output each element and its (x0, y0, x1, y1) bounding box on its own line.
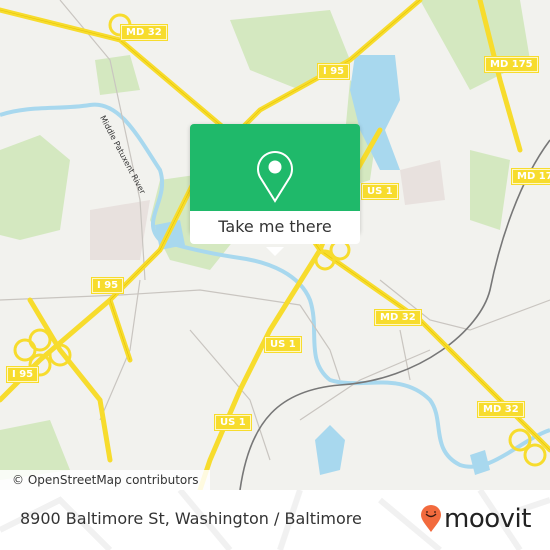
map-pin-icon (257, 151, 293, 203)
footer: 8900 Baltimore St, Washington / Baltimor… (0, 490, 550, 550)
map-attribution[interactable]: © OpenStreetMap contributors (0, 470, 211, 490)
road-shield-i95: I 95 (317, 63, 351, 80)
destination-popup: Take me there (190, 124, 360, 256)
moovit-pin-icon (421, 505, 441, 532)
popup-header (190, 124, 360, 211)
popup-tail (266, 247, 284, 256)
road-shield-us1: US 1 (361, 183, 399, 200)
moovit-logo[interactable]: moovit (420, 504, 531, 534)
address-label: 8900 Baltimore St, Washington / Baltimor… (20, 509, 362, 528)
road-shield-md175: MD 175 (511, 168, 550, 185)
map[interactable]: MD 32 I 95 MD 175 MD 175 US 1 I 95 MD 32… (0, 0, 550, 490)
road-shield-md32: MD 32 (120, 24, 168, 41)
road-shield-i95: I 95 (91, 277, 125, 294)
road-shield-md175: MD 175 (484, 56, 539, 73)
map-base (0, 0, 550, 490)
road-shield-md32: MD 32 (477, 401, 525, 418)
road-shield-us1: US 1 (264, 336, 302, 353)
take-me-there-button[interactable]: Take me there (190, 211, 360, 244)
road-shield-i95: I 95 (6, 366, 40, 383)
road-shield-md32: MD 32 (374, 309, 422, 326)
moovit-wordmark: moovit (444, 504, 531, 534)
road-shield-us1: US 1 (214, 414, 252, 431)
